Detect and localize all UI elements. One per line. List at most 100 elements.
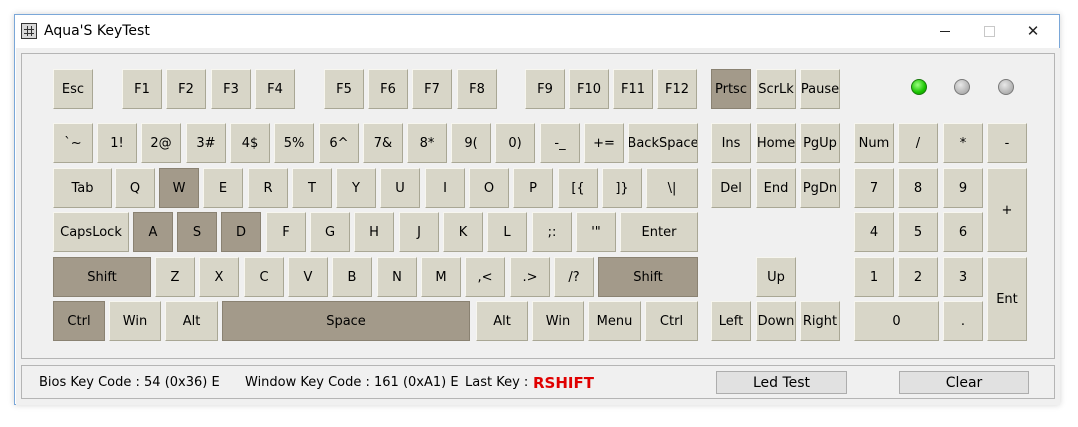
key-f5[interactable]: F5	[324, 69, 364, 109]
key-p[interactable]: P	[513, 168, 553, 208]
key-left-bracket[interactable]: [{	[558, 168, 598, 208]
key-numlock[interactable]: Num	[854, 123, 894, 163]
key-right-bracket[interactable]: ]}	[602, 168, 642, 208]
key-up-arrow[interactable]: Up	[756, 257, 796, 297]
key-f3[interactable]: F3	[211, 69, 251, 109]
key-r[interactable]: R	[248, 168, 288, 208]
key-numpad-decimal[interactable]: .	[943, 301, 983, 341]
key-right-shift[interactable]: Shift	[598, 257, 698, 297]
key-i[interactable]: I	[425, 168, 465, 208]
key-numpad-6[interactable]: 6	[943, 212, 983, 252]
key-period[interactable]: .>	[510, 257, 550, 297]
key-comma[interactable]: ,<	[465, 257, 505, 297]
key-y[interactable]: Y	[336, 168, 376, 208]
key-7[interactable]: 7&	[363, 123, 403, 163]
key-numpad-7[interactable]: 7	[854, 168, 894, 208]
key-numpad-0[interactable]: 0	[854, 301, 939, 341]
clear-button[interactable]: Clear	[899, 371, 1029, 394]
key-numpad-9[interactable]: 9	[943, 168, 983, 208]
key-right-alt[interactable]: Alt	[476, 301, 528, 341]
key-space[interactable]: Space	[222, 301, 470, 341]
key-g[interactable]: G	[310, 212, 350, 252]
key-f7[interactable]: F7	[412, 69, 452, 109]
key-right-win[interactable]: Win	[532, 301, 584, 341]
key-numpad-4[interactable]: 4	[854, 212, 894, 252]
key-scrlk[interactable]: ScrLk	[756, 69, 796, 109]
key-f9[interactable]: F9	[525, 69, 565, 109]
key-numpad-add[interactable]: +	[987, 168, 1027, 252]
key-0[interactable]: 0)	[495, 123, 535, 163]
key-ins[interactable]: Ins	[711, 123, 751, 163]
key-numpad-1[interactable]: 1	[854, 257, 894, 297]
key-pgup[interactable]: PgUp	[800, 123, 840, 163]
key-s[interactable]: S	[177, 212, 217, 252]
key-numpad-enter[interactable]: Ent	[987, 257, 1027, 341]
key-minus[interactable]: -_	[540, 123, 580, 163]
key-left-win[interactable]: Win	[109, 301, 161, 341]
key-6[interactable]: 6^	[319, 123, 359, 163]
key-e[interactable]: E	[203, 168, 243, 208]
key-f11[interactable]: F11	[613, 69, 653, 109]
key-8[interactable]: 8*	[407, 123, 447, 163]
key-j[interactable]: J	[399, 212, 439, 252]
key-left-shift[interactable]: Shift	[53, 257, 151, 297]
key-t[interactable]: T	[292, 168, 332, 208]
key-m[interactable]: M	[421, 257, 461, 297]
key-v[interactable]: V	[288, 257, 328, 297]
key-k[interactable]: K	[443, 212, 483, 252]
key-o[interactable]: O	[469, 168, 509, 208]
app-grid-icon[interactable]	[21, 23, 37, 39]
key-numpad-divide[interactable]: /	[898, 123, 938, 163]
key-f4[interactable]: F4	[255, 69, 295, 109]
key-semicolon[interactable]: ;:	[532, 212, 572, 252]
key-x[interactable]: X	[199, 257, 239, 297]
key-grave[interactable]: `~	[53, 123, 93, 163]
key-z[interactable]: Z	[155, 257, 195, 297]
key-esc[interactable]: Esc	[53, 69, 93, 109]
key-numpad-subtract[interactable]: -	[987, 123, 1027, 163]
key-f2[interactable]: F2	[166, 69, 206, 109]
key-quote[interactable]: '"	[576, 212, 616, 252]
key-prtsc[interactable]: Prtsc	[711, 69, 751, 109]
key-f6[interactable]: F6	[368, 69, 408, 109]
key-f10[interactable]: F10	[569, 69, 609, 109]
key-d[interactable]: D	[221, 212, 261, 252]
key-tab[interactable]: Tab	[53, 168, 112, 208]
key-b[interactable]: B	[332, 257, 372, 297]
key-menu[interactable]: Menu	[588, 301, 641, 341]
key-right-arrow[interactable]: Right	[800, 301, 840, 341]
key-del[interactable]: Del	[711, 168, 751, 208]
key-l[interactable]: L	[487, 212, 527, 252]
key-q[interactable]: Q	[115, 168, 155, 208]
key-h[interactable]: H	[354, 212, 394, 252]
key-end[interactable]: End	[756, 168, 796, 208]
key-numpad-multiply[interactable]: *	[943, 123, 983, 163]
key-right-ctrl[interactable]: Ctrl	[645, 301, 698, 341]
key-3[interactable]: 3#	[186, 123, 226, 163]
key-numpad-2[interactable]: 2	[898, 257, 938, 297]
key-u[interactable]: U	[380, 168, 420, 208]
key-c[interactable]: C	[244, 257, 284, 297]
key-pause[interactable]: Pause	[800, 69, 840, 109]
key-down-arrow[interactable]: Down	[756, 301, 796, 341]
key-equal[interactable]: +=	[584, 123, 624, 163]
key-a[interactable]: A	[133, 212, 173, 252]
key-f12[interactable]: F12	[657, 69, 697, 109]
key-enter[interactable]: Enter	[620, 212, 698, 252]
key-backspace[interactable]: BackSpace	[628, 123, 698, 163]
key-home[interactable]: Home	[756, 123, 796, 163]
key-numpad-5[interactable]: 5	[898, 212, 938, 252]
key-f1[interactable]: F1	[122, 69, 162, 109]
key-backslash[interactable]: \|	[646, 168, 698, 208]
led-test-button[interactable]: Led Test	[716, 371, 847, 394]
key-9[interactable]: 9(	[451, 123, 491, 163]
key-1[interactable]: 1!	[97, 123, 137, 163]
key-f8[interactable]: F8	[457, 69, 497, 109]
key-numpad-3[interactable]: 3	[943, 257, 983, 297]
key-left-arrow[interactable]: Left	[711, 301, 751, 341]
close-button[interactable]: ✕	[1011, 15, 1055, 47]
key-left-ctrl[interactable]: Ctrl	[53, 301, 105, 341]
key-2[interactable]: 2@	[141, 123, 181, 163]
key-n[interactable]: N	[377, 257, 417, 297]
key-f[interactable]: F	[266, 212, 306, 252]
